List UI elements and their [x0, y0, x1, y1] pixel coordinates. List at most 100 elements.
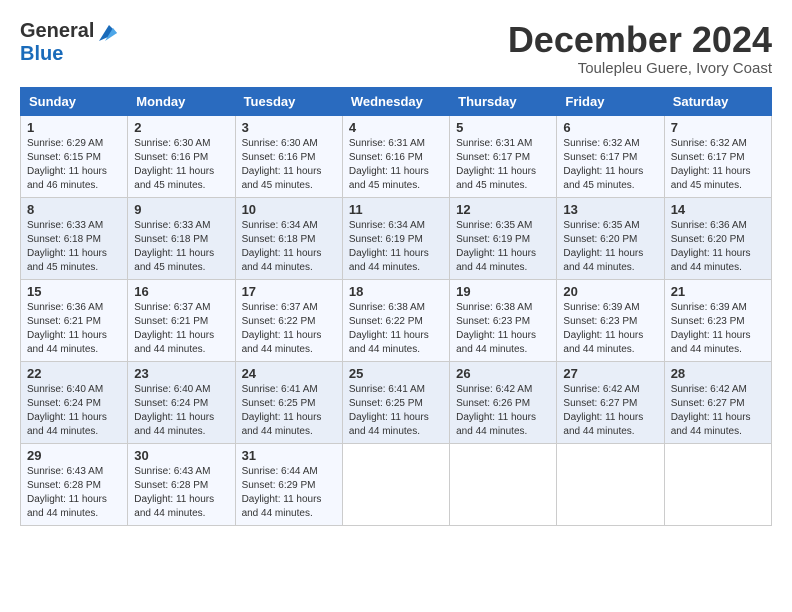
calendar-header-tuesday: Tuesday [235, 87, 342, 115]
day-number: 14 [671, 202, 765, 217]
calendar-cell: 3 Sunrise: 6:30 AMSunset: 6:16 PMDayligh… [235, 115, 342, 197]
calendar-cell: 5 Sunrise: 6:31 AMSunset: 6:17 PMDayligh… [450, 115, 557, 197]
day-detail: Sunrise: 6:33 AMSunset: 6:18 PMDaylight:… [134, 220, 214, 273]
calendar-cell: 31 Sunrise: 6:44 AMSunset: 6:29 PMDaylig… [235, 443, 342, 525]
calendar-header-thursday: Thursday [450, 87, 557, 115]
day-number: 17 [242, 284, 336, 299]
calendar-week-1: 1 Sunrise: 6:29 AMSunset: 6:15 PMDayligh… [21, 115, 772, 197]
day-detail: Sunrise: 6:30 AMSunset: 6:16 PMDaylight:… [134, 138, 214, 191]
calendar-week-5: 29 Sunrise: 6:43 AMSunset: 6:28 PMDaylig… [21, 443, 772, 525]
day-number: 13 [563, 202, 657, 217]
day-number: 12 [456, 202, 550, 217]
day-number: 22 [27, 366, 121, 381]
calendar-cell: 21 Sunrise: 6:39 AMSunset: 6:23 PMDaylig… [664, 279, 771, 361]
calendar-cell: 30 Sunrise: 6:43 AMSunset: 6:28 PMDaylig… [128, 443, 235, 525]
title-area: December 2024 Toulepleu Guere, Ivory Coa… [508, 20, 772, 77]
day-number: 4 [349, 120, 443, 135]
day-detail: Sunrise: 6:36 AMSunset: 6:21 PMDaylight:… [27, 302, 107, 355]
day-detail: Sunrise: 6:37 AMSunset: 6:21 PMDaylight:… [134, 302, 214, 355]
calendar-cell: 6 Sunrise: 6:32 AMSunset: 6:17 PMDayligh… [557, 115, 664, 197]
calendar-header-row: SundayMondayTuesdayWednesdayThursdayFrid… [21, 87, 772, 115]
day-detail: Sunrise: 6:39 AMSunset: 6:23 PMDaylight:… [671, 302, 751, 355]
calendar-cell [664, 443, 771, 525]
day-number: 28 [671, 366, 765, 381]
day-detail: Sunrise: 6:38 AMSunset: 6:22 PMDaylight:… [349, 302, 429, 355]
calendar-cell: 10 Sunrise: 6:34 AMSunset: 6:18 PMDaylig… [235, 197, 342, 279]
day-number: 26 [456, 366, 550, 381]
day-number: 18 [349, 284, 443, 299]
day-detail: Sunrise: 6:44 AMSunset: 6:29 PMDaylight:… [242, 466, 322, 519]
day-number: 31 [242, 448, 336, 463]
day-detail: Sunrise: 6:39 AMSunset: 6:23 PMDaylight:… [563, 302, 643, 355]
calendar-cell: 2 Sunrise: 6:30 AMSunset: 6:16 PMDayligh… [128, 115, 235, 197]
calendar-header-sunday: Sunday [21, 87, 128, 115]
calendar-cell: 1 Sunrise: 6:29 AMSunset: 6:15 PMDayligh… [21, 115, 128, 197]
logo-blue-text: Blue [20, 43, 63, 66]
day-detail: Sunrise: 6:30 AMSunset: 6:16 PMDaylight:… [242, 138, 322, 191]
day-number: 7 [671, 120, 765, 135]
calendar-cell: 16 Sunrise: 6:37 AMSunset: 6:21 PMDaylig… [128, 279, 235, 361]
day-number: 9 [134, 202, 228, 217]
calendar-cell [557, 443, 664, 525]
calendar-cell [342, 443, 449, 525]
day-number: 3 [242, 120, 336, 135]
calendar-cell: 4 Sunrise: 6:31 AMSunset: 6:16 PMDayligh… [342, 115, 449, 197]
calendar-cell: 27 Sunrise: 6:42 AMSunset: 6:27 PMDaylig… [557, 361, 664, 443]
calendar-cell: 25 Sunrise: 6:41 AMSunset: 6:25 PMDaylig… [342, 361, 449, 443]
calendar-cell: 12 Sunrise: 6:35 AMSunset: 6:19 PMDaylig… [450, 197, 557, 279]
calendar-cell: 8 Sunrise: 6:33 AMSunset: 6:18 PMDayligh… [21, 197, 128, 279]
logo-icon [95, 23, 117, 41]
day-number: 25 [349, 366, 443, 381]
header: General Blue December 2024 Toulepleu Gue… [20, 20, 772, 77]
day-number: 16 [134, 284, 228, 299]
day-detail: Sunrise: 6:41 AMSunset: 6:25 PMDaylight:… [349, 384, 429, 437]
calendar-header-wednesday: Wednesday [342, 87, 449, 115]
day-detail: Sunrise: 6:43 AMSunset: 6:28 PMDaylight:… [134, 466, 214, 519]
calendar-cell: 18 Sunrise: 6:38 AMSunset: 6:22 PMDaylig… [342, 279, 449, 361]
logo: General Blue [20, 20, 117, 66]
logo-general-text: General [20, 20, 94, 43]
day-number: 23 [134, 366, 228, 381]
day-detail: Sunrise: 6:29 AMSunset: 6:15 PMDaylight:… [27, 138, 107, 191]
calendar-cell: 11 Sunrise: 6:34 AMSunset: 6:19 PMDaylig… [342, 197, 449, 279]
calendar-header-monday: Monday [128, 87, 235, 115]
calendar-header-friday: Friday [557, 87, 664, 115]
calendar-cell: 9 Sunrise: 6:33 AMSunset: 6:18 PMDayligh… [128, 197, 235, 279]
day-number: 15 [27, 284, 121, 299]
day-detail: Sunrise: 6:42 AMSunset: 6:27 PMDaylight:… [671, 384, 751, 437]
day-detail: Sunrise: 6:43 AMSunset: 6:28 PMDaylight:… [27, 466, 107, 519]
calendar-week-4: 22 Sunrise: 6:40 AMSunset: 6:24 PMDaylig… [21, 361, 772, 443]
calendar-cell: 7 Sunrise: 6:32 AMSunset: 6:17 PMDayligh… [664, 115, 771, 197]
day-detail: Sunrise: 6:32 AMSunset: 6:17 PMDaylight:… [671, 138, 751, 191]
day-detail: Sunrise: 6:40 AMSunset: 6:24 PMDaylight:… [134, 384, 214, 437]
day-detail: Sunrise: 6:33 AMSunset: 6:18 PMDaylight:… [27, 220, 107, 273]
day-detail: Sunrise: 6:31 AMSunset: 6:16 PMDaylight:… [349, 138, 429, 191]
location-subtitle: Toulepleu Guere, Ivory Coast [508, 60, 772, 77]
day-detail: Sunrise: 6:31 AMSunset: 6:17 PMDaylight:… [456, 138, 536, 191]
day-detail: Sunrise: 6:42 AMSunset: 6:26 PMDaylight:… [456, 384, 536, 437]
day-number: 1 [27, 120, 121, 135]
calendar-cell: 22 Sunrise: 6:40 AMSunset: 6:24 PMDaylig… [21, 361, 128, 443]
day-number: 10 [242, 202, 336, 217]
day-number: 21 [671, 284, 765, 299]
day-number: 8 [27, 202, 121, 217]
calendar-cell: 29 Sunrise: 6:43 AMSunset: 6:28 PMDaylig… [21, 443, 128, 525]
calendar-table: SundayMondayTuesdayWednesdayThursdayFrid… [20, 87, 772, 526]
day-detail: Sunrise: 6:37 AMSunset: 6:22 PMDaylight:… [242, 302, 322, 355]
calendar-cell: 15 Sunrise: 6:36 AMSunset: 6:21 PMDaylig… [21, 279, 128, 361]
day-detail: Sunrise: 6:42 AMSunset: 6:27 PMDaylight:… [563, 384, 643, 437]
day-number: 2 [134, 120, 228, 135]
month-title: December 2024 [508, 20, 772, 60]
day-detail: Sunrise: 6:40 AMSunset: 6:24 PMDaylight:… [27, 384, 107, 437]
day-number: 19 [456, 284, 550, 299]
day-detail: Sunrise: 6:38 AMSunset: 6:23 PMDaylight:… [456, 302, 536, 355]
day-number: 29 [27, 448, 121, 463]
calendar-cell: 26 Sunrise: 6:42 AMSunset: 6:26 PMDaylig… [450, 361, 557, 443]
calendar-week-2: 8 Sunrise: 6:33 AMSunset: 6:18 PMDayligh… [21, 197, 772, 279]
day-number: 6 [563, 120, 657, 135]
calendar-cell: 28 Sunrise: 6:42 AMSunset: 6:27 PMDaylig… [664, 361, 771, 443]
day-number: 27 [563, 366, 657, 381]
day-detail: Sunrise: 6:35 AMSunset: 6:20 PMDaylight:… [563, 220, 643, 273]
day-number: 5 [456, 120, 550, 135]
day-detail: Sunrise: 6:34 AMSunset: 6:18 PMDaylight:… [242, 220, 322, 273]
